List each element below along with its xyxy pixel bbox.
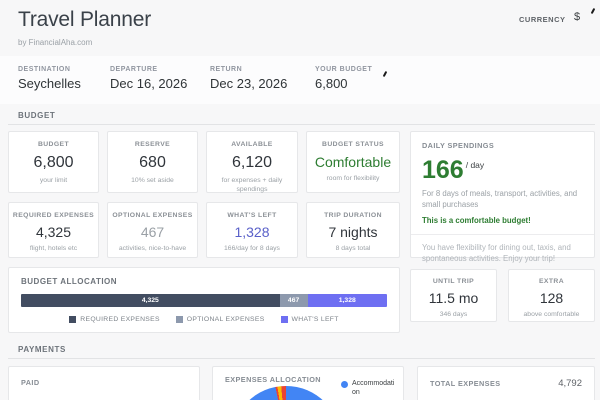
trip-info-bar: DESTINATION Seychelles DEPARTURE Dec 16,… — [0, 56, 600, 104]
available-card: AVAILABLE 6,120 for expenses + daily spe… — [206, 131, 298, 193]
legend-swatch-optional — [176, 316, 183, 323]
until-trip-value: 11.5 mo — [411, 290, 496, 306]
allocation-segment-required: 4,325 — [21, 294, 280, 307]
until-trip-label: UNTIL TRIP — [411, 278, 496, 285]
budget-allocation-bar: 4,325 467 1,328 — [21, 294, 387, 307]
reserve-card-value: 680 — [108, 154, 197, 172]
return-value[interactable]: Dec 23, 2026 — [210, 76, 287, 91]
trip-duration-label: TRIP DURATION — [307, 212, 399, 219]
daily-spendings-value: 166 — [422, 156, 464, 184]
total-expenses-value: 4,792 — [558, 378, 582, 389]
trip-duration-value: 7 nights — [307, 224, 399, 240]
destination-value[interactable]: Seychelles — [18, 76, 81, 91]
reserve-card: RESERVE 680 10% set aside — [107, 131, 198, 193]
your-budget-value[interactable]: 6,800 — [315, 76, 372, 91]
trip-duration-card: TRIP DURATION 7 nights 8 days total — [306, 202, 400, 258]
budget-allocation-panel: BUDGET ALLOCATION 4,325 467 1,328 REQUIR… — [8, 267, 400, 333]
legend-swatch-left — [281, 316, 288, 323]
required-expenses-sub: flight, hotels etc — [9, 245, 98, 254]
return-label: RETURN — [210, 66, 287, 73]
destination-field[interactable]: DESTINATION Seychelles — [18, 66, 81, 91]
daily-spendings-label: DAILY SPENDINGS — [422, 141, 583, 150]
required-expenses-label: REQUIRED EXPENSES — [9, 212, 98, 219]
budget-card-sub: your limit — [9, 177, 98, 186]
your-budget-field[interactable]: YOUR BUDGET 6,800 — [315, 66, 372, 91]
legend-swatch-required — [69, 316, 76, 323]
available-card-value: 6,120 — [207, 154, 297, 172]
legend-item-required: REQUIRED EXPENSES — [69, 316, 160, 323]
available-card-label: AVAILABLE — [207, 141, 297, 148]
budget-status-card-value: Comfortable — [307, 154, 399, 170]
byline: by FinancialAha.com — [18, 38, 92, 47]
extra-label: EXTRA — [509, 278, 594, 285]
available-card-sub: for expenses + daily spendings — [207, 177, 297, 195]
whats-left-card: WHAT'S LEFT 1,328 166/day for 8 days — [206, 202, 298, 258]
currency-label: CURRENCY — [519, 15, 566, 24]
optional-expenses-label: OPTIONAL EXPENSES — [108, 212, 197, 219]
pie-legend-dot — [341, 381, 348, 388]
budget-section-title: BUDGET — [18, 111, 55, 120]
extra-sub: above comfortable — [509, 311, 594, 320]
departure-label: DEPARTURE — [110, 66, 187, 73]
legend-item-left: WHAT'S LEFT — [281, 316, 339, 323]
optional-expenses-card: OPTIONAL EXPENSES 467 activities, nice-t… — [107, 202, 198, 258]
budget-section-divider — [8, 124, 595, 125]
extra-value: 128 — [509, 290, 594, 306]
extra-card: EXTRA 128 above comfortable — [508, 269, 595, 322]
budget-allocation-legend: REQUIRED EXPENSES OPTIONAL EXPENSES WHAT… — [21, 316, 387, 323]
budget-card-label: BUDGET — [9, 141, 98, 148]
whats-left-value: 1,328 — [207, 224, 297, 240]
reserve-card-label: RESERVE — [108, 141, 197, 148]
daily-spendings-desc: For 8 days of meals, transport, activiti… — [422, 189, 583, 210]
trip-duration-sub: 8 days total — [307, 245, 399, 254]
daily-spendings-unit: / day — [466, 160, 484, 170]
legend-label-optional: OPTIONAL EXPENSES — [187, 316, 265, 323]
budget-status-card-label: BUDGET STATUS — [307, 141, 399, 148]
legend-label-required: REQUIRED EXPENSES — [80, 316, 160, 323]
total-expenses-label: TOTAL EXPENSES — [430, 379, 500, 388]
total-expenses-card: TOTAL EXPENSES 4,792 — [417, 366, 595, 400]
budget-status-card: BUDGET STATUS Comfortable room for flexi… — [306, 131, 400, 193]
daily-spendings-divider — [411, 234, 594, 235]
allocation-segment-left: 1,328 — [308, 294, 387, 307]
allocation-segment-optional: 467 — [280, 294, 308, 307]
legend-item-optional: OPTIONAL EXPENSES — [176, 316, 265, 323]
pie-legend-label: Accommodation — [352, 380, 396, 398]
whats-left-label: WHAT'S LEFT — [207, 212, 297, 219]
budget-card-value: 6,800 — [9, 154, 98, 172]
optional-expenses-sub: activities, nice-to-have — [108, 245, 197, 254]
budget-allocation-title: BUDGET ALLOCATION — [21, 277, 387, 286]
budget-status-card-sub: room for flexibility — [307, 175, 399, 184]
payments-section-divider — [8, 358, 595, 359]
optional-expenses-value: 467 — [108, 224, 197, 240]
your-budget-label: YOUR BUDGET — [315, 66, 372, 73]
pie-legend-item-accommodation: Accommodation — [341, 380, 396, 398]
budget-card: BUDGET 6,800 your limit — [8, 131, 99, 193]
legend-label-left: WHAT'S LEFT — [292, 316, 339, 323]
paid-label: PAID — [21, 378, 187, 387]
reserve-card-sub: 10% set aside — [108, 177, 197, 186]
departure-field[interactable]: DEPARTURE Dec 16, 2026 — [110, 66, 187, 91]
page-title: Travel Planner — [18, 8, 151, 32]
expenses-allocation-card: EXPENSES ALLOCATION Accommodation — [212, 366, 404, 400]
until-trip-card: UNTIL TRIP 11.5 mo 346 days — [410, 269, 497, 322]
expenses-pie-chart — [231, 386, 341, 400]
return-field[interactable]: RETURN Dec 23, 2026 — [210, 66, 287, 91]
daily-spendings-highlight: This is a comfortable budget! — [422, 216, 583, 225]
daily-spendings-panel: DAILY SPENDINGS 166/ day For 8 days of m… — [410, 131, 595, 258]
required-expenses-card: REQUIRED EXPENSES 4,325 flight, hotels e… — [8, 202, 99, 258]
daily-spendings-note: You have flexibility for dining out, tax… — [422, 243, 583, 264]
whats-left-sub: 166/day for 8 days — [207, 245, 297, 254]
until-trip-sub: 346 days — [411, 311, 496, 320]
destination-label: DESTINATION — [18, 66, 81, 73]
departure-value[interactable]: Dec 16, 2026 — [110, 76, 187, 91]
paid-card: PAID — [8, 366, 200, 400]
currency-selector[interactable]: $ — [574, 11, 580, 23]
currency-caret-mark — [591, 8, 596, 14]
required-expenses-value: 4,325 — [9, 224, 98, 240]
payments-section-title: PAYMENTS — [18, 345, 66, 354]
